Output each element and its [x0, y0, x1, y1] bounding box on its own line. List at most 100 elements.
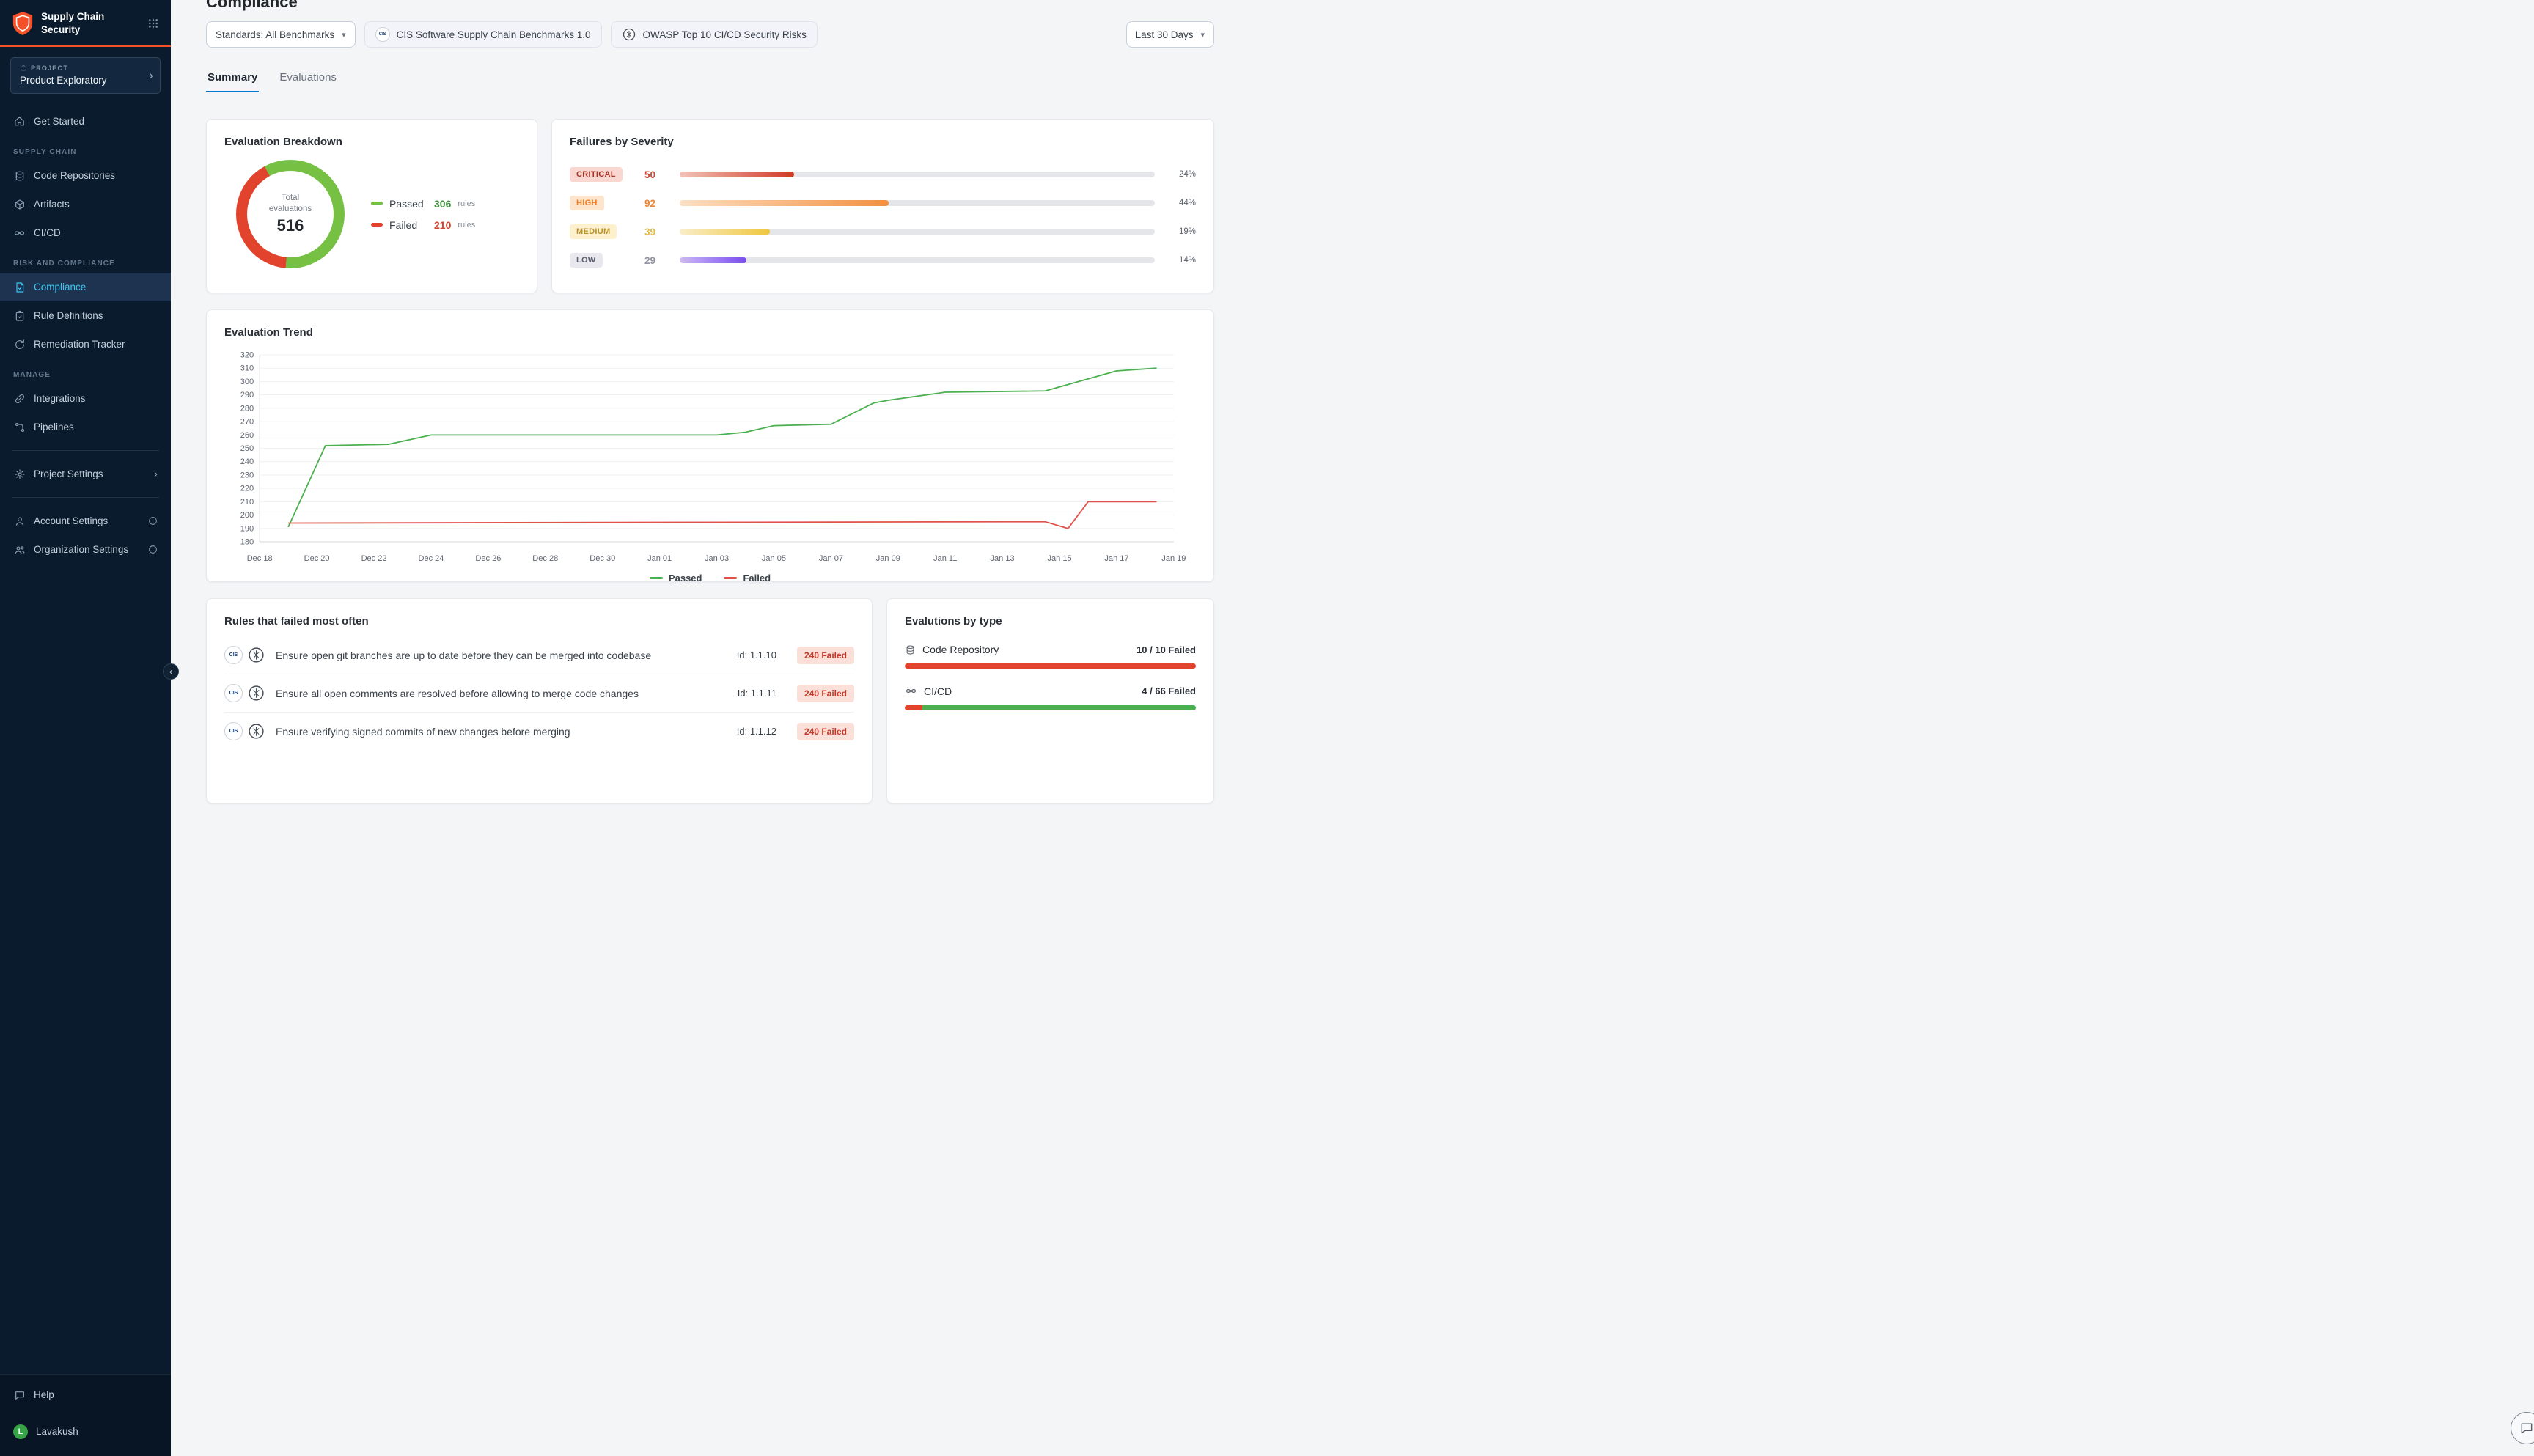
summary-content: Evaluation Breakdown Total evaluations 5…	[206, 119, 1214, 804]
sidebar-item-pipelines[interactable]: Pipelines	[0, 413, 171, 441]
passed-unit: rules	[458, 199, 475, 208]
tabs: Summary Evaluations	[206, 68, 1214, 92]
sidebar-item-get-started[interactable]: Get Started	[0, 107, 171, 136]
project-selector[interactable]: PROJECT Product Exploratory ›	[10, 57, 161, 94]
svg-text:Dec 30: Dec 30	[590, 554, 615, 563]
sidebar-item-compliance[interactable]: Compliance	[0, 273, 171, 301]
rule-text: Ensure all open comments are resolved be…	[276, 688, 727, 699]
rule-text: Ensure open git branches are up to date …	[276, 650, 727, 661]
filter-bar: Standards: All Benchmarks ▾ CIS CIS Soft…	[206, 21, 1214, 48]
supply-chain-security-logo-icon	[12, 11, 34, 36]
svg-text:200: 200	[240, 511, 254, 520]
rule-row[interactable]: CIS Ensure open git branches are up to d…	[224, 636, 854, 674]
evaluation-donut: Total evaluations 516	[236, 160, 345, 268]
svg-text:300: 300	[240, 378, 254, 386]
chevron-down-icon: ▾	[342, 30, 346, 40]
help-label: Help	[34, 1390, 54, 1400]
sidebar-item-remediation-tracker[interactable]: Remediation Tracker	[0, 330, 171, 359]
svg-text:Jan 15: Jan 15	[1048, 554, 1072, 563]
sidebar-item-label: Artifacts	[34, 199, 70, 210]
info-icon[interactable]	[148, 545, 158, 554]
sidebar-item-account-settings[interactable]: Account Settings	[0, 507, 171, 535]
info-icon[interactable]	[148, 516, 158, 526]
sidebar-item-rule-definitions[interactable]: Rule Definitions	[0, 301, 171, 330]
page-title-container: Compliance	[206, 0, 1214, 11]
sidebar-item-project-settings[interactable]: Project Settings ›	[0, 460, 171, 488]
svg-text:230: 230	[240, 471, 254, 479]
legend-row-failed: Failed 210 rules	[371, 219, 475, 231]
sidebar-header: Supply Chain Security	[0, 0, 171, 47]
sidebar-item-integrations[interactable]: Integrations	[0, 384, 171, 413]
evaluation-trend-card: Evaluation Trend 18019020021022023024025…	[206, 309, 1214, 582]
trend-chart-container: 1801902002102202302402502602702802903003…	[224, 348, 1196, 570]
severity-badge-high: HIGH	[570, 196, 604, 210]
tab-evaluations[interactable]: Evaluations	[278, 68, 338, 92]
sidebar-item-artifacts[interactable]: Artifacts	[0, 190, 171, 218]
owasp-chip[interactable]: OWASP Top 10 CI/CD Security Risks	[611, 21, 818, 48]
sidebar-collapse-handle[interactable]: ‹	[163, 663, 179, 680]
rule-row[interactable]: CIS Ensure all open comments are resolve…	[224, 674, 854, 712]
project-icon	[20, 65, 27, 72]
section-supply-chain: SUPPLY CHAIN	[0, 136, 171, 161]
passed-value: 306	[434, 198, 451, 210]
svg-text:Dec 22: Dec 22	[361, 554, 387, 563]
cis-icon: CIS	[224, 722, 243, 740]
date-range-dropdown[interactable]: Last 30 Days ▾	[1126, 21, 1214, 48]
sidebar-item-label: Remediation Tracker	[34, 339, 125, 350]
svg-text:Jan 11: Jan 11	[933, 554, 957, 563]
card-title: Failures by Severity	[570, 136, 1196, 148]
rules-failed-card: Rules that failed most often CIS Ensure …	[206, 598, 873, 804]
severity-row: LOW 29 14%	[570, 253, 1196, 268]
cis-icon: CIS	[224, 684, 243, 702]
type-label: Code Repository	[922, 644, 999, 655]
severity-bar	[680, 257, 1155, 263]
rule-id: Id: 1.1.11	[738, 688, 776, 699]
failed-line-swatch	[724, 577, 737, 579]
rule-row[interactable]: CIS Ensure verifying signed commits of n…	[224, 712, 854, 750]
failed-unit: rules	[458, 221, 475, 229]
user-menu[interactable]: L Lavakush	[0, 1416, 171, 1447]
pipeline-icon	[13, 421, 26, 433]
owasp-icon	[247, 722, 265, 740]
severity-count: 50	[644, 169, 680, 180]
severity-row: CRITICAL 50 24%	[570, 167, 1196, 182]
svg-text:180: 180	[240, 538, 254, 547]
main-content: Compliance Standards: All Benchmarks ▾ C…	[171, 0, 1267, 804]
cis-icon: CIS	[375, 27, 390, 42]
sidebar-item-organization-settings[interactable]: Organization Settings	[0, 535, 171, 564]
donut-total-value: 516	[277, 216, 304, 235]
severity-bar	[680, 229, 1155, 235]
donut-center-label: Total evaluations	[261, 193, 320, 215]
tab-summary[interactable]: Summary	[206, 68, 259, 92]
sidebar-item-label: Project Settings	[34, 469, 103, 479]
svg-text:250: 250	[240, 444, 254, 453]
failed-count-badge: 240 Failed	[797, 723, 854, 740]
severity-bar	[680, 200, 1155, 206]
chevron-right-icon: ›	[149, 68, 153, 83]
chevron-right-icon: ›	[154, 468, 158, 479]
page-title: Compliance	[206, 0, 298, 11]
infinity-icon	[13, 227, 26, 239]
svg-text:Dec 20: Dec 20	[304, 554, 330, 563]
svg-text:260: 260	[240, 431, 254, 440]
standards-filter-dropdown[interactable]: Standards: All Benchmarks ▾	[206, 21, 356, 48]
failures-by-severity-card: Failures by Severity CRITICAL 50 24% HIG…	[551, 119, 1214, 293]
severity-row: HIGH 92 44%	[570, 196, 1196, 210]
chat-fab-button[interactable]	[2511, 1412, 2534, 1444]
sidebar-item-cicd[interactable]: CI/CD	[0, 218, 171, 247]
help-button[interactable]: Help	[0, 1380, 171, 1409]
card-title: Evaluation Trend	[224, 326, 1196, 339]
owasp-icon	[247, 646, 265, 664]
svg-text:320: 320	[240, 351, 254, 360]
rule-id: Id: 1.1.10	[737, 650, 776, 661]
passed-label: Passed	[389, 198, 427, 210]
owasp-icon	[622, 27, 636, 42]
svg-text:Jan 05: Jan 05	[762, 554, 786, 563]
section-risk-and-compliance: RISK AND COMPLIANCE	[0, 247, 171, 273]
cis-benchmark-chip[interactable]: CIS CIS Software Supply Chain Benchmarks…	[364, 21, 602, 48]
passed-dash	[371, 202, 383, 205]
sidebar-item-code-repositories[interactable]: Code Repositories	[0, 161, 171, 190]
svg-text:310: 310	[240, 364, 254, 373]
svg-text:Jan 17: Jan 17	[1104, 554, 1128, 563]
module-grid-icon[interactable]	[147, 18, 159, 29]
